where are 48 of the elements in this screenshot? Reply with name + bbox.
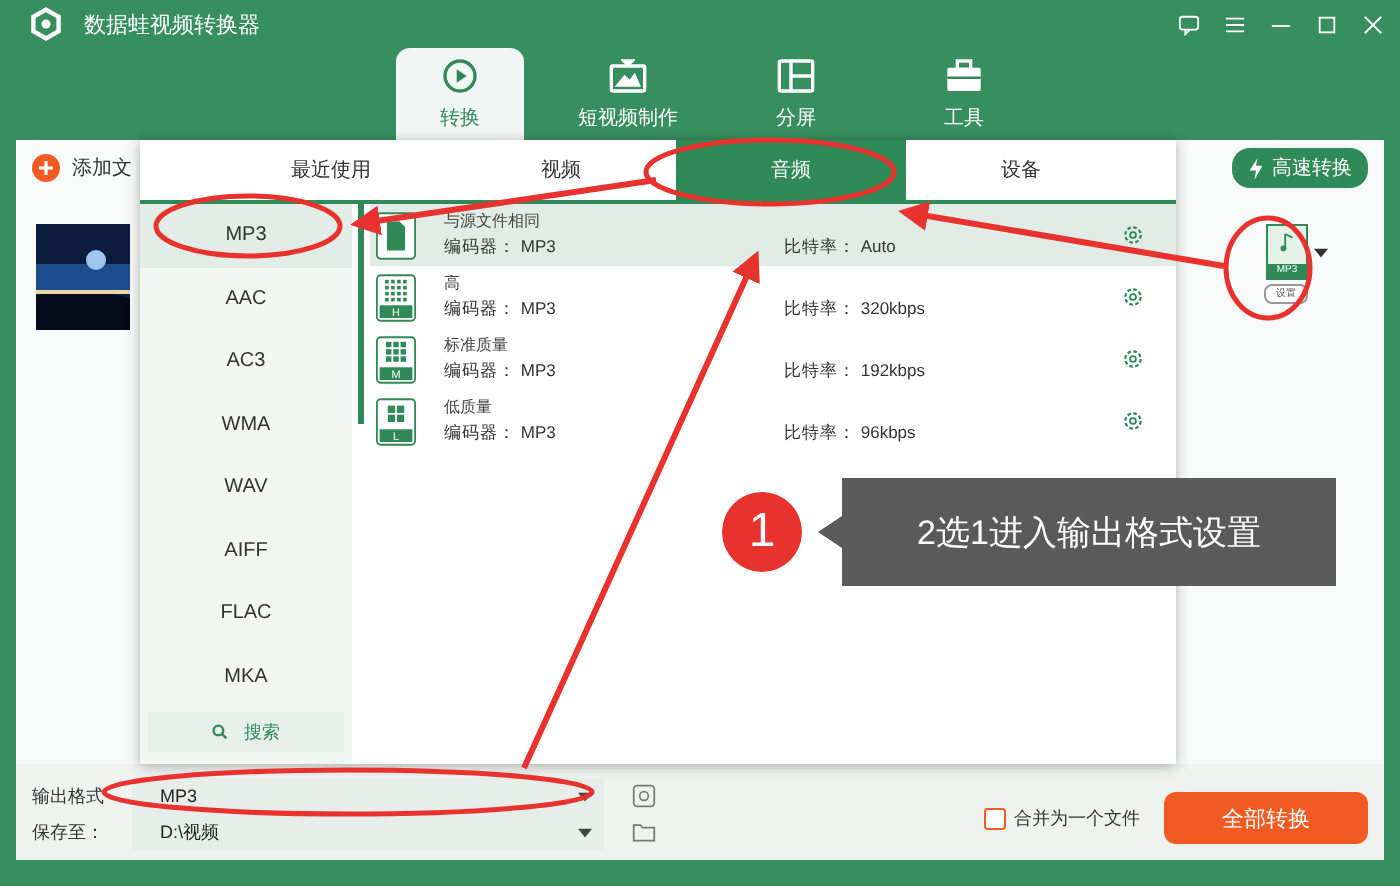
format-item[interactable]: AC3 (140, 330, 352, 393)
format-item[interactable]: WAV (140, 456, 352, 519)
add-icon (32, 154, 60, 182)
highlight-ellipse (1223, 215, 1313, 321)
nav-tab[interactable]: 转换 (396, 48, 524, 140)
search-button[interactable]: 搜索 (148, 712, 344, 752)
search-icon (212, 724, 228, 740)
nav-tab[interactable]: 工具 (900, 48, 1028, 140)
add-file-button[interactable]: 添加文 (32, 154, 132, 182)
tv-icon (608, 56, 648, 96)
dropdown-arrow-icon (578, 791, 592, 801)
fast-convert-button[interactable]: 高速转换 (1232, 148, 1368, 188)
split-screen-icon (776, 56, 816, 96)
close-icon[interactable] (1362, 13, 1384, 35)
lightning-icon (1248, 157, 1264, 179)
format-item[interactable]: WMA (140, 393, 352, 456)
format-item[interactable]: MP3 (140, 204, 352, 267)
menu-icon[interactable] (1224, 13, 1246, 35)
format-item[interactable]: AAC (140, 267, 352, 330)
dropdown-arrow-icon (578, 827, 592, 837)
merge-checkbox[interactable]: 合并为一个文件 (984, 805, 1140, 831)
maximize-icon[interactable] (1316, 13, 1338, 35)
settings-icon[interactable] (632, 784, 656, 808)
nav-tab[interactable]: 短视频制作 (564, 48, 692, 140)
format-item[interactable]: MKA (140, 645, 352, 708)
format-tab[interactable]: 视频 (446, 140, 676, 200)
settings-icon[interactable] (1122, 286, 1144, 308)
format-item[interactable]: FLAC (140, 582, 352, 645)
annotation-callout: 2选1进入输出格式设置 (818, 478, 1336, 586)
caret-icon[interactable] (1314, 247, 1328, 257)
save-to-label: 保存至： (32, 819, 106, 845)
save-path-dropdown[interactable]: D:\视频 (132, 814, 604, 850)
folder-icon[interactable] (632, 820, 656, 844)
settings-icon[interactable] (1122, 224, 1144, 246)
app-logo-icon (28, 6, 64, 42)
feedback-icon[interactable] (1178, 13, 1200, 35)
format-tab[interactable]: 最近使用 (216, 140, 446, 200)
scrollbar[interactable] (358, 204, 364, 424)
output-format-label: 输出格式 (32, 783, 106, 809)
format-tab[interactable]: 设备 (906, 140, 1136, 200)
preset-row[interactable]: 与源文件相同 编码器： MP3 比特率： Auto (370, 204, 1176, 266)
settings-icon[interactable] (1122, 348, 1144, 370)
settings-icon[interactable] (1122, 410, 1144, 432)
toolbox-icon (944, 56, 984, 96)
format-item[interactable]: AIFF (140, 519, 352, 582)
refresh-play-icon (440, 56, 480, 96)
window-title: 数据蛙视频转换器 (84, 11, 260, 39)
nav-tab[interactable]: 分屏 (732, 48, 860, 140)
